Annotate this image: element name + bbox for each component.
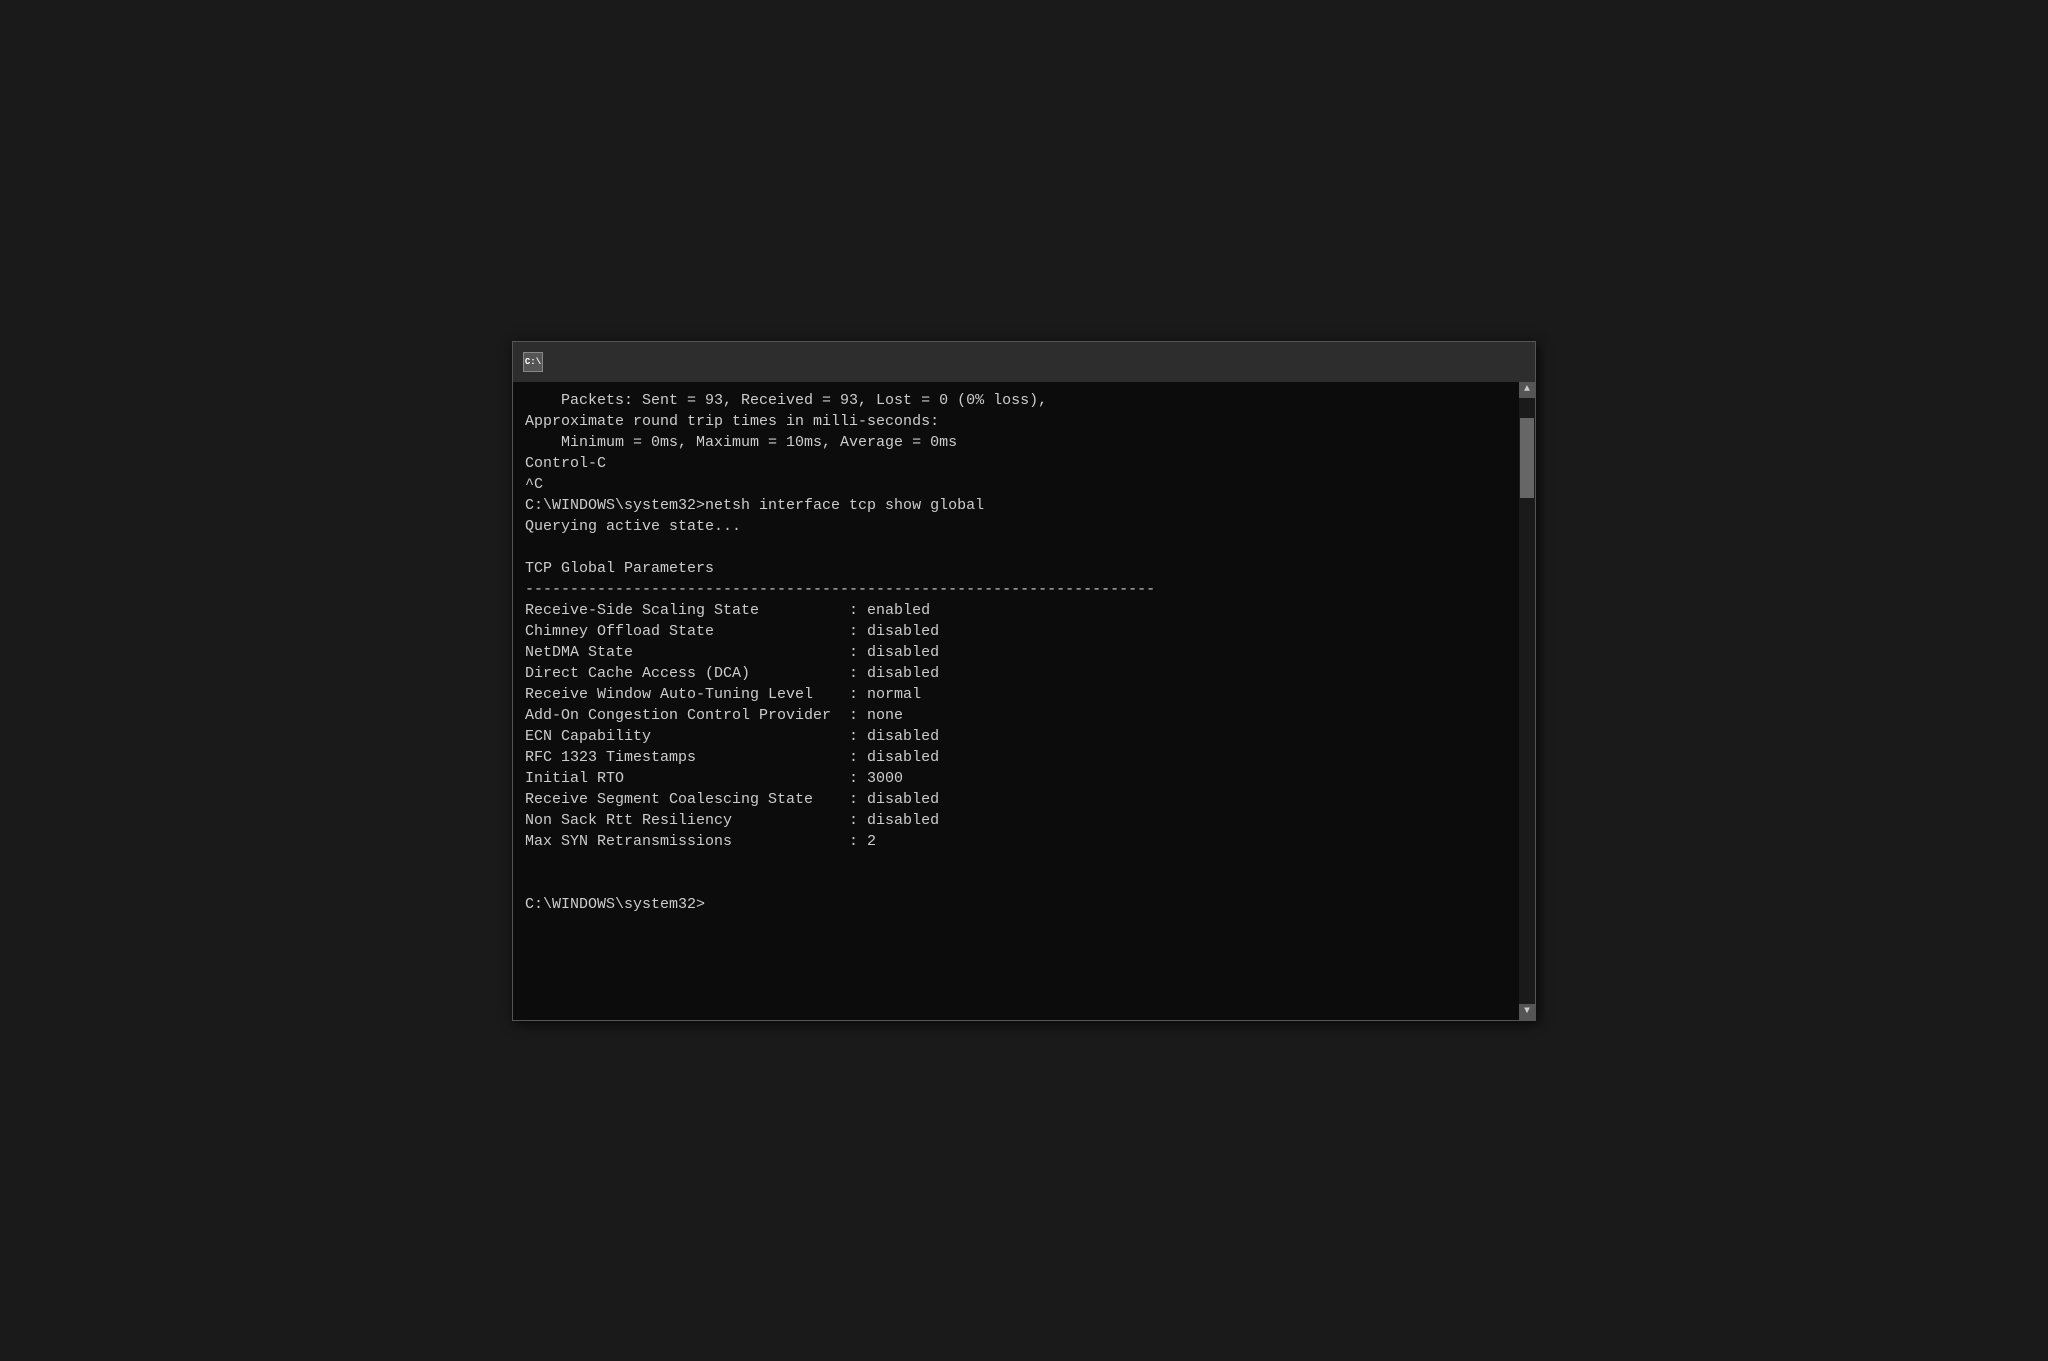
scrollbar-down-button[interactable]: ▼: [1519, 1004, 1535, 1020]
close-button[interactable]: [1479, 346, 1525, 378]
minimize-button[interactable]: [1387, 346, 1433, 378]
window-controls: [1387, 346, 1525, 378]
maximize-button[interactable]: [1433, 346, 1479, 378]
scrollbar[interactable]: ▲ ▼: [1519, 382, 1535, 1020]
title-bar: C:\: [513, 342, 1535, 382]
command-prompt-window: C:\ Packets: Sent = 93, Received = 93, L…: [512, 341, 1536, 1021]
scrollbar-track[interactable]: [1519, 398, 1535, 1004]
scrollbar-thumb[interactable]: [1520, 418, 1534, 498]
terminal-output[interactable]: Packets: Sent = 93, Received = 93, Lost …: [513, 382, 1519, 1020]
window-icon-label: C:\: [525, 357, 541, 367]
content-area: Packets: Sent = 93, Received = 93, Lost …: [513, 382, 1535, 1020]
scrollbar-up-button[interactable]: ▲: [1519, 382, 1535, 398]
window-icon: C:\: [523, 352, 543, 372]
